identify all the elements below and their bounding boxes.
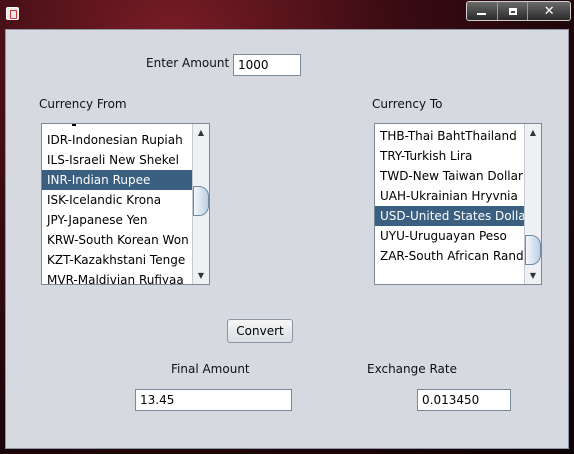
- list-item[interactable]: THB-Thai BahtThailand: [375, 126, 524, 146]
- currency-from-items: IDR-Indonesian Rupiah ILS-Israeli New Sh…: [42, 124, 192, 284]
- list-item[interactable]: UYU-Uruguayan Peso: [375, 226, 524, 246]
- maximize-icon: [508, 7, 517, 15]
- list-item[interactable]: IDR-Indonesian Rupiah: [42, 130, 192, 150]
- enter-amount-label: Enter Amount: [146, 56, 230, 70]
- list-item[interactable]: UAH-Ukrainian Hryvnia: [375, 186, 524, 206]
- currency-from-list[interactable]: IDR-Indonesian Rupiah ILS-Israeli New Sh…: [41, 123, 210, 285]
- list-item[interactable]: KZT-Kazakhstani Tenge: [42, 250, 192, 270]
- list-item[interactable]: TRY-Turkish Lira: [375, 146, 524, 166]
- list-item-selected[interactable]: INR-Indian Rupee: [42, 170, 192, 190]
- list-item[interactable]: ISK-Icelandic Krona: [42, 190, 192, 210]
- list-item[interactable]: MVR-Maldivian Rufiyaa: [42, 270, 192, 284]
- exchange-rate-field[interactable]: [417, 389, 511, 411]
- convert-button[interactable]: Convert: [227, 319, 293, 343]
- minimize-button[interactable]: [467, 2, 498, 20]
- close-icon: ✕: [543, 3, 555, 19]
- amount-input[interactable]: [233, 54, 301, 76]
- scroll-thumb[interactable]: [193, 186, 209, 216]
- minimize-icon: [477, 13, 487, 15]
- scroll-up-arrow-icon[interactable]: ▲: [526, 125, 540, 140]
- title-bar[interactable]: ✕: [0, 0, 574, 26]
- window-controls: ✕: [466, 1, 571, 21]
- java-cup-icon: [6, 7, 19, 20]
- scroll-down-arrow-icon[interactable]: ▼: [194, 268, 208, 283]
- final-amount-label: Final Amount: [171, 362, 250, 376]
- main-panel: Enter Amount Currency From Currency To I…: [5, 29, 569, 449]
- maximize-button[interactable]: [498, 2, 529, 20]
- list-item[interactable]: TWD-New Taiwan Dollar: [375, 166, 524, 186]
- list-item[interactable]: KRW-South Korean Won: [42, 230, 192, 250]
- currency-to-list[interactable]: THB-Thai BahtThailand TRY-Turkish Lira T…: [374, 123, 542, 285]
- currency-from-label: Currency From: [39, 97, 127, 111]
- list-item[interactable]: JPY-Japanese Yen: [42, 210, 192, 230]
- close-button[interactable]: ✕: [528, 2, 570, 20]
- list-item-selected[interactable]: USD-United States Dollar: [375, 206, 524, 226]
- final-amount-field[interactable]: [135, 389, 292, 411]
- currency-from-scrollbar[interactable]: ▲ ▼: [192, 124, 209, 284]
- exchange-rate-label: Exchange Rate: [367, 362, 457, 376]
- scroll-up-arrow-icon[interactable]: ▲: [194, 125, 208, 140]
- scroll-down-arrow-icon[interactable]: ▼: [526, 268, 540, 283]
- currency-to-items: THB-Thai BahtThailand TRY-Turkish Lira T…: [375, 124, 524, 284]
- list-item[interactable]: ILS-Israeli New Shekel: [42, 150, 192, 170]
- currency-to-scrollbar[interactable]: ▲ ▼: [524, 124, 541, 284]
- currency-to-label: Currency To: [372, 97, 443, 111]
- scroll-thumb[interactable]: [525, 235, 541, 265]
- partial-list-item: [42, 124, 192, 130]
- list-item[interactable]: ZAR-South African Rand: [375, 246, 524, 266]
